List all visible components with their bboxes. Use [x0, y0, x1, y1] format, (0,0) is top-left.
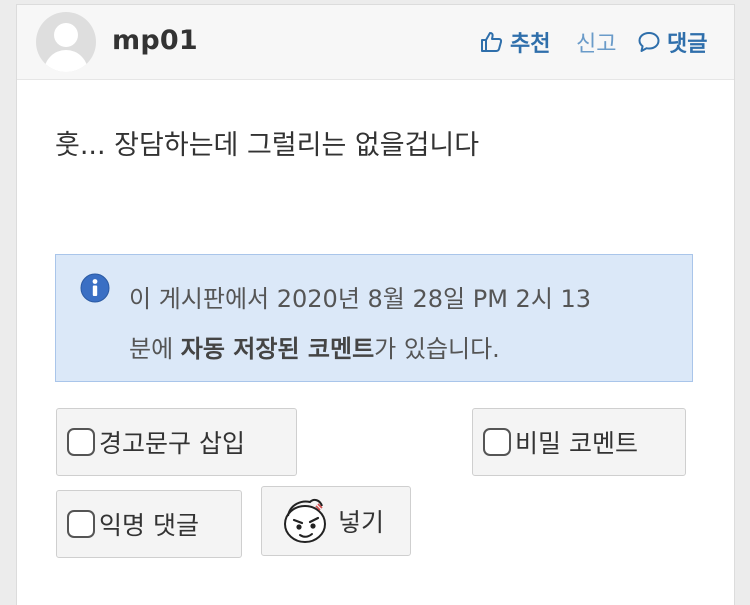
- avatar-body: [44, 50, 88, 72]
- insert-label: 넣기: [338, 508, 385, 537]
- secret-label: 비밀 코멘트: [515, 429, 638, 458]
- anonymous-checkbox[interactable]: [67, 510, 95, 538]
- comment-card: mp01 추천 신고 댓글 훗... 장담하는데 그럴리는 없을겁니다 이 게시…: [16, 4, 735, 605]
- thumbs-up-icon: [481, 32, 503, 52]
- speech-bubble-icon: [638, 32, 660, 52]
- warning-text-toggle[interactable]: 경고문구 삽입: [56, 408, 297, 476]
- notice-line-2-suffix: 가 있습니다.: [374, 335, 500, 363]
- notice-highlight[interactable]: 자동 저장된 코멘트: [181, 335, 374, 363]
- username[interactable]: mp01: [112, 25, 198, 56]
- recommend-label: 추천: [510, 32, 551, 57]
- secret-checkbox[interactable]: [483, 428, 511, 456]
- notice-line-1: 이 게시판에서 2020년 8월 28일 PM 2시 13: [129, 285, 592, 313]
- anonymous-comment-toggle[interactable]: 익명 댓글: [56, 490, 242, 558]
- report-label: 신고: [576, 32, 617, 57]
- avatar-head: [54, 23, 78, 47]
- autosave-notice: 이 게시판에서 2020년 8월 28일 PM 2시 13 분에 자동 저장된 …: [55, 254, 693, 382]
- insert-emoticon-button[interactable]: 넣기: [261, 486, 411, 556]
- warning-checkbox[interactable]: [67, 428, 95, 456]
- warning-label: 경고문구 삽입: [99, 429, 245, 458]
- comment-header: mp01 추천 신고 댓글: [17, 5, 734, 80]
- anonymous-label: 익명 댓글: [99, 511, 199, 540]
- reply-button[interactable]: 댓글: [637, 27, 707, 57]
- emoticon-face-icon: [284, 498, 326, 543]
- notice-line-2: 분에 자동 저장된 코멘트가 있습니다.: [129, 329, 500, 364]
- notice-line-2-prefix: 분에: [129, 335, 181, 363]
- comment-text: 훗... 장담하는데 그럴리는 없을겁니다: [55, 130, 480, 161]
- reply-label: 댓글: [667, 32, 708, 57]
- info-icon: [80, 273, 110, 303]
- recommend-button[interactable]: 추천: [480, 27, 550, 57]
- secret-comment-toggle[interactable]: 비밀 코멘트: [472, 408, 686, 476]
- avatar[interactable]: [36, 12, 96, 72]
- report-button[interactable]: 신고: [576, 27, 616, 57]
